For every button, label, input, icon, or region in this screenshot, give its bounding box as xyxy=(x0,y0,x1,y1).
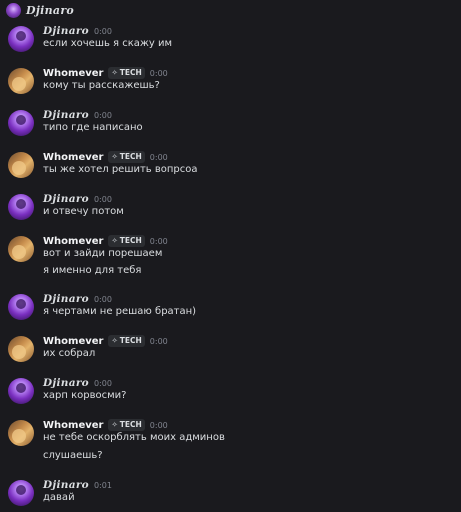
message-text: не тебе оскорблять моих админов xyxy=(43,432,225,443)
message-text: давай xyxy=(43,492,75,503)
avatar[interactable] xyxy=(8,378,34,404)
header-avatar[interactable] xyxy=(6,3,21,18)
diamond-sparkle-icon: ✧ xyxy=(111,420,118,429)
message-text: вот и зайди порешаем xyxy=(43,248,163,259)
author-name[interactable]: Djinaro xyxy=(43,377,89,389)
author-name[interactable]: Djinaro xyxy=(43,109,89,121)
message-text: типо где написано xyxy=(43,122,143,133)
diamond-sparkle-icon: ✧ xyxy=(111,152,118,161)
role-badge-label: TECH xyxy=(119,152,142,161)
timestamp: 0:00 xyxy=(93,294,112,304)
chat-header: Djinaro xyxy=(0,0,461,22)
message-text: кому ты расскажешь? xyxy=(43,80,160,91)
message-text: их собрал xyxy=(43,348,96,359)
avatar[interactable] xyxy=(8,68,34,94)
role-badge: ✧ TECH xyxy=(108,335,145,347)
role-badge-label: TECH xyxy=(119,236,142,245)
timestamp: 0:00 xyxy=(149,420,168,430)
header-username[interactable]: Djinaro xyxy=(26,4,74,17)
author-name[interactable]: Whomever xyxy=(43,336,103,347)
avatar[interactable] xyxy=(8,236,34,262)
author-name[interactable]: Djinaro xyxy=(43,293,89,305)
avatar[interactable] xyxy=(8,152,34,178)
timestamp: 0:00 xyxy=(93,26,112,36)
avatar[interactable] xyxy=(8,336,34,362)
message-text: харп корвосми? xyxy=(43,390,127,401)
avatar[interactable] xyxy=(8,420,34,446)
diamond-sparkle-icon: ✧ xyxy=(111,68,118,77)
message-text: ты же хотел решить вопрсоа xyxy=(43,164,198,175)
avatar[interactable] xyxy=(8,26,34,52)
author-name[interactable]: Whomever xyxy=(43,152,103,163)
message-text: слушаешь? xyxy=(43,450,103,461)
timestamp: 0:00 xyxy=(149,336,168,346)
avatar[interactable] xyxy=(8,294,34,320)
timestamp: 0:00 xyxy=(93,378,112,388)
avatar[interactable] xyxy=(8,194,34,220)
author-name[interactable]: Djinaro xyxy=(43,479,89,491)
timestamp: 0:00 xyxy=(93,194,112,204)
role-badge: ✧ TECH xyxy=(108,151,145,163)
message-text: я именно для тебя xyxy=(43,265,142,276)
timestamp: 0:00 xyxy=(149,152,168,162)
author-name[interactable]: Whomever xyxy=(43,68,103,79)
role-badge-label: TECH xyxy=(119,336,142,345)
timestamp: 0:00 xyxy=(149,236,168,246)
author-name[interactable]: Djinaro xyxy=(43,193,89,205)
role-badge: ✧ TECH xyxy=(108,235,145,247)
timestamp: 0:00 xyxy=(93,110,112,120)
author-name[interactable]: Djinaro xyxy=(43,25,89,37)
role-badge: ✧ TECH xyxy=(108,67,145,79)
author-name[interactable]: Whomever xyxy=(43,420,103,431)
message-text: если хочешь я скажу им xyxy=(43,38,173,49)
timestamp: 0:01 xyxy=(93,480,112,490)
author-name[interactable]: Whomever xyxy=(43,236,103,247)
message-text: и отвечу потом xyxy=(43,206,124,217)
avatar[interactable] xyxy=(8,110,34,136)
role-badge-label: TECH xyxy=(119,68,142,77)
diamond-sparkle-icon: ✧ xyxy=(111,236,118,245)
role-badge-label: TECH xyxy=(119,420,142,429)
diamond-sparkle-icon: ✧ xyxy=(111,336,118,345)
message-text: я чертами не решаю братан) xyxy=(43,306,197,317)
timestamp: 0:00 xyxy=(149,68,168,78)
role-badge: ✧ TECH xyxy=(108,419,145,431)
avatar[interactable] xyxy=(8,480,34,506)
